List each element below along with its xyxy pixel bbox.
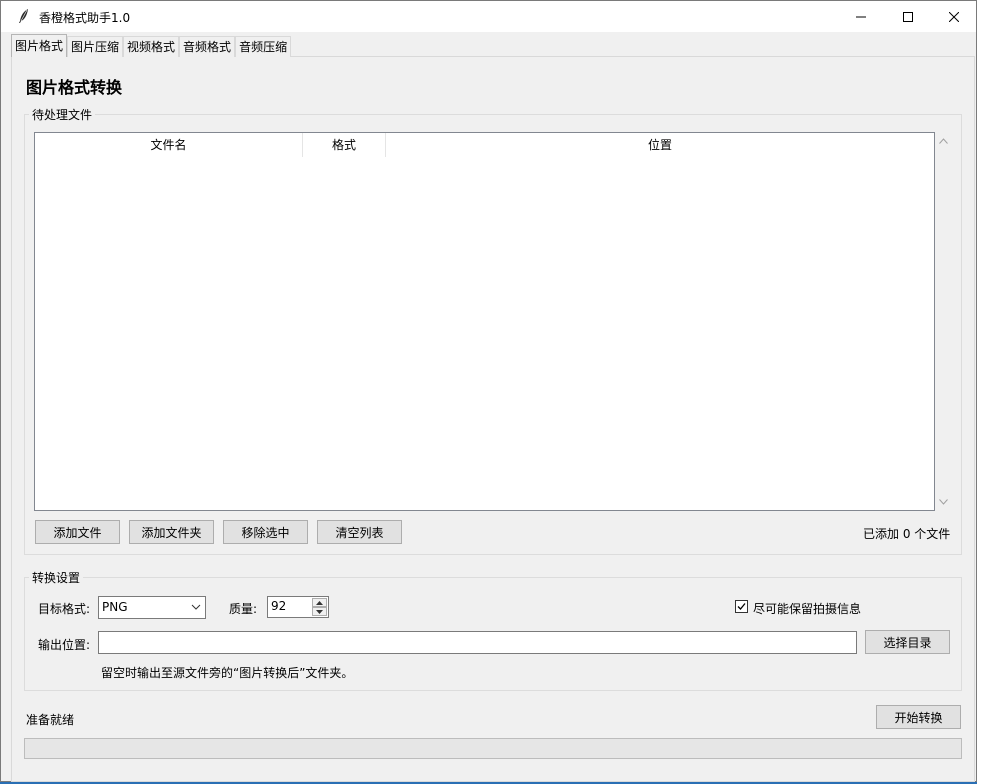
output-location-label: 输出位置: [38,638,91,652]
clear-list-button[interactable]: 清空列表 [317,520,402,544]
chevron-down-icon [938,499,948,505]
app-window: 香橙格式助手1.0 图片格式 图片压缩 视频格式 音频格式 音频压缩 图片格式转… [0,0,977,782]
scroll-down-button[interactable] [937,496,949,508]
choose-directory-button[interactable]: 选择目录 [865,630,950,654]
tab-image-format[interactable]: 图片格式 [11,34,68,57]
chevron-down-icon [191,604,201,610]
target-format-value: PNG [102,600,128,614]
output-hint: 留空时输出至源文件旁的“图片转换后”文件夹。 [101,666,354,680]
triangle-up-icon [316,600,323,605]
file-table[interactable]: 文件名 格式 位置 [34,132,935,511]
close-icon [949,11,959,22]
settings-group-label: 转换设置 [29,569,84,586]
quality-value: 92 [271,599,287,613]
target-format-select[interactable]: PNG [98,596,206,619]
scroll-up-button[interactable] [937,135,949,147]
close-button[interactable] [931,1,977,32]
table-header: 文件名 格式 位置 [35,133,934,157]
desktop-background [977,0,986,784]
maximize-icon [903,11,913,22]
keep-exif-label[interactable]: 尽可能保留拍摄信息 [753,600,861,617]
file-count: 已添加 0 个文件 [863,527,951,541]
target-format-label: 目标格式: [38,602,91,616]
minimize-button[interactable] [838,1,884,32]
title-bar: 香橙格式助手1.0 [1,1,976,32]
minimize-icon [856,16,866,17]
tab-video-format[interactable]: 视频格式 [123,36,180,57]
files-group-label: 待处理文件 [29,106,96,123]
status-text: 准备就绪 [26,713,75,727]
output-location-input[interactable] [98,631,857,654]
column-location[interactable]: 位置 [386,133,934,157]
column-filename[interactable]: 文件名 [35,133,303,157]
column-format[interactable]: 格式 [303,133,386,157]
triangle-down-icon [316,609,323,614]
tab-audio-compress[interactable]: 音频压缩 [235,36,292,57]
quality-up-button[interactable] [312,598,327,607]
tab-bar: 图片格式 图片压缩 视频格式 音频格式 音频压缩 [11,34,292,57]
checkmark-icon [737,603,746,610]
tab-audio-format[interactable]: 音频格式 [179,36,236,57]
quality-down-button[interactable] [312,607,327,616]
quality-spinbox[interactable]: 92 [267,596,329,618]
add-folder-button[interactable]: 添加文件夹 [129,520,214,544]
keep-exif-checkbox[interactable] [735,600,748,613]
chevron-up-icon [938,138,948,144]
progress-bar [24,738,962,759]
tab-image-compress[interactable]: 图片压缩 [67,36,124,57]
remove-selected-button[interactable]: 移除选中 [223,520,308,544]
page-title: 图片格式转换 [26,78,123,97]
quality-label: 质量: [229,602,258,616]
window-title: 香橙格式助手1.0 [39,11,131,25]
feather-icon [19,9,28,23]
start-convert-button[interactable]: 开始转换 [876,705,961,729]
add-file-button[interactable]: 添加文件 [35,520,120,544]
maximize-button[interactable] [885,1,931,32]
